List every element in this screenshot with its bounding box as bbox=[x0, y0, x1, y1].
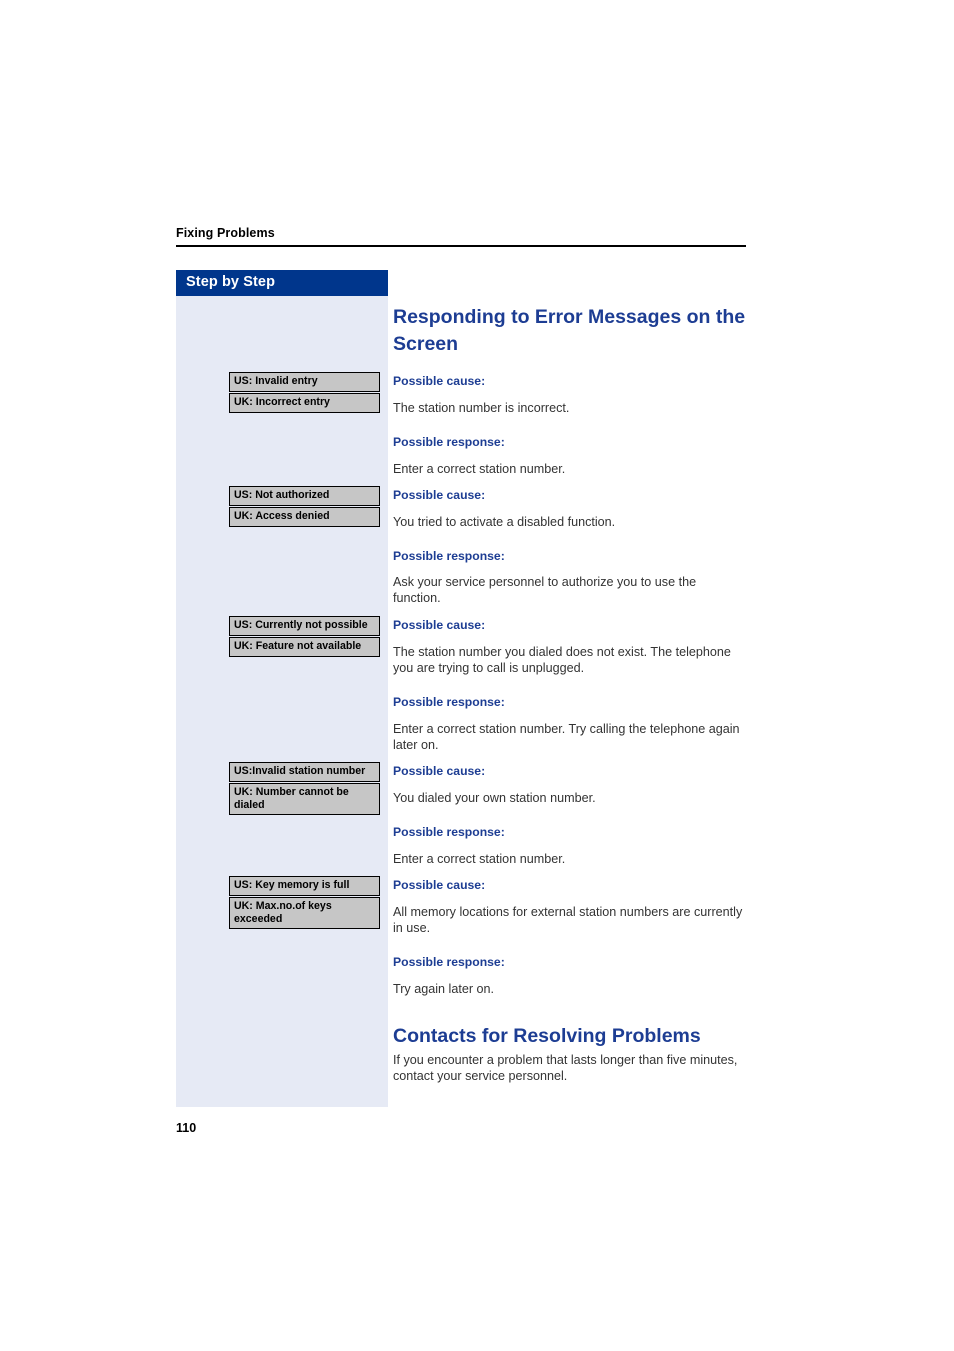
message-box-uk: UK: Feature not available bbox=[229, 637, 380, 657]
message-group-2: US: Not authorized UK: Access denied bbox=[229, 486, 380, 527]
document-page: Fixing Problems Step by Step US: Invalid… bbox=[0, 0, 954, 1351]
message-box-uk: UK: Max.no.of keys exceeded bbox=[229, 897, 380, 930]
message-box-us: US: Not authorized bbox=[229, 486, 380, 506]
response-text-5: Try again later on. bbox=[393, 982, 495, 996]
message-box-us: US: Currently not possible bbox=[229, 616, 380, 636]
message-group-4: US:Invalid station number UK: Number can… bbox=[229, 762, 380, 816]
cause-label-3: Possible cause: bbox=[393, 618, 486, 632]
page-title: Responding to Error Messages on the Scre… bbox=[393, 306, 746, 355]
cause-label-4: Possible cause: bbox=[393, 764, 486, 778]
response-label-5: Possible response: bbox=[393, 955, 505, 969]
sidebar-title: Step by Step bbox=[186, 274, 276, 290]
response-label-3: Possible response: bbox=[393, 695, 505, 709]
cause-text-5: All memory locations for external statio… bbox=[393, 905, 743, 936]
message-group-5: US: Key memory is full UK: Max.no.of key… bbox=[229, 876, 380, 930]
message-box-uk: UK: Access denied bbox=[229, 507, 380, 527]
cause-text-2: You tried to activate a disabled functio… bbox=[393, 515, 616, 529]
message-box-uk: UK: Incorrect entry bbox=[229, 393, 380, 413]
cause-text-4: You dialed your own station number. bbox=[393, 791, 596, 805]
response-text-2: Ask your service personnel to authorize … bbox=[393, 575, 697, 606]
cause-text-3: The station number you dialed does not e… bbox=[393, 645, 731, 676]
contacts-heading: Contacts for Resolving Problems bbox=[393, 1025, 701, 1047]
page-number: 110 bbox=[176, 1121, 197, 1135]
message-box-uk: UK: Number cannot be dialed bbox=[229, 783, 380, 816]
contacts-body: If you encounter a problem that lasts lo… bbox=[393, 1053, 738, 1084]
response-label-2: Possible response: bbox=[393, 549, 505, 563]
cause-text-1: The station number is incorrect. bbox=[393, 401, 570, 415]
cause-label-5: Possible cause: bbox=[393, 878, 486, 892]
message-box-us: US: Key memory is full bbox=[229, 876, 380, 896]
response-text-4: Enter a correct station number. bbox=[393, 852, 566, 866]
header-rule bbox=[176, 245, 746, 247]
running-head: Fixing Problems bbox=[176, 226, 275, 240]
message-box-us: US:Invalid station number bbox=[229, 762, 380, 782]
message-group-1: US: Invalid entry UK: Incorrect entry bbox=[229, 372, 380, 413]
message-group-3: US: Currently not possible UK: Feature n… bbox=[229, 616, 380, 657]
response-text-1: Enter a correct station number. bbox=[393, 462, 566, 476]
message-box-us: US: Invalid entry bbox=[229, 372, 380, 392]
response-label-1: Possible response: bbox=[393, 435, 505, 449]
cause-label-1: Possible cause: bbox=[393, 374, 486, 388]
cause-label-2: Possible cause: bbox=[393, 488, 486, 502]
sidebar-title-bar: Step by Step bbox=[176, 270, 388, 296]
response-label-4: Possible response: bbox=[393, 825, 505, 839]
response-text-3: Enter a correct station number. Try call… bbox=[393, 722, 740, 753]
